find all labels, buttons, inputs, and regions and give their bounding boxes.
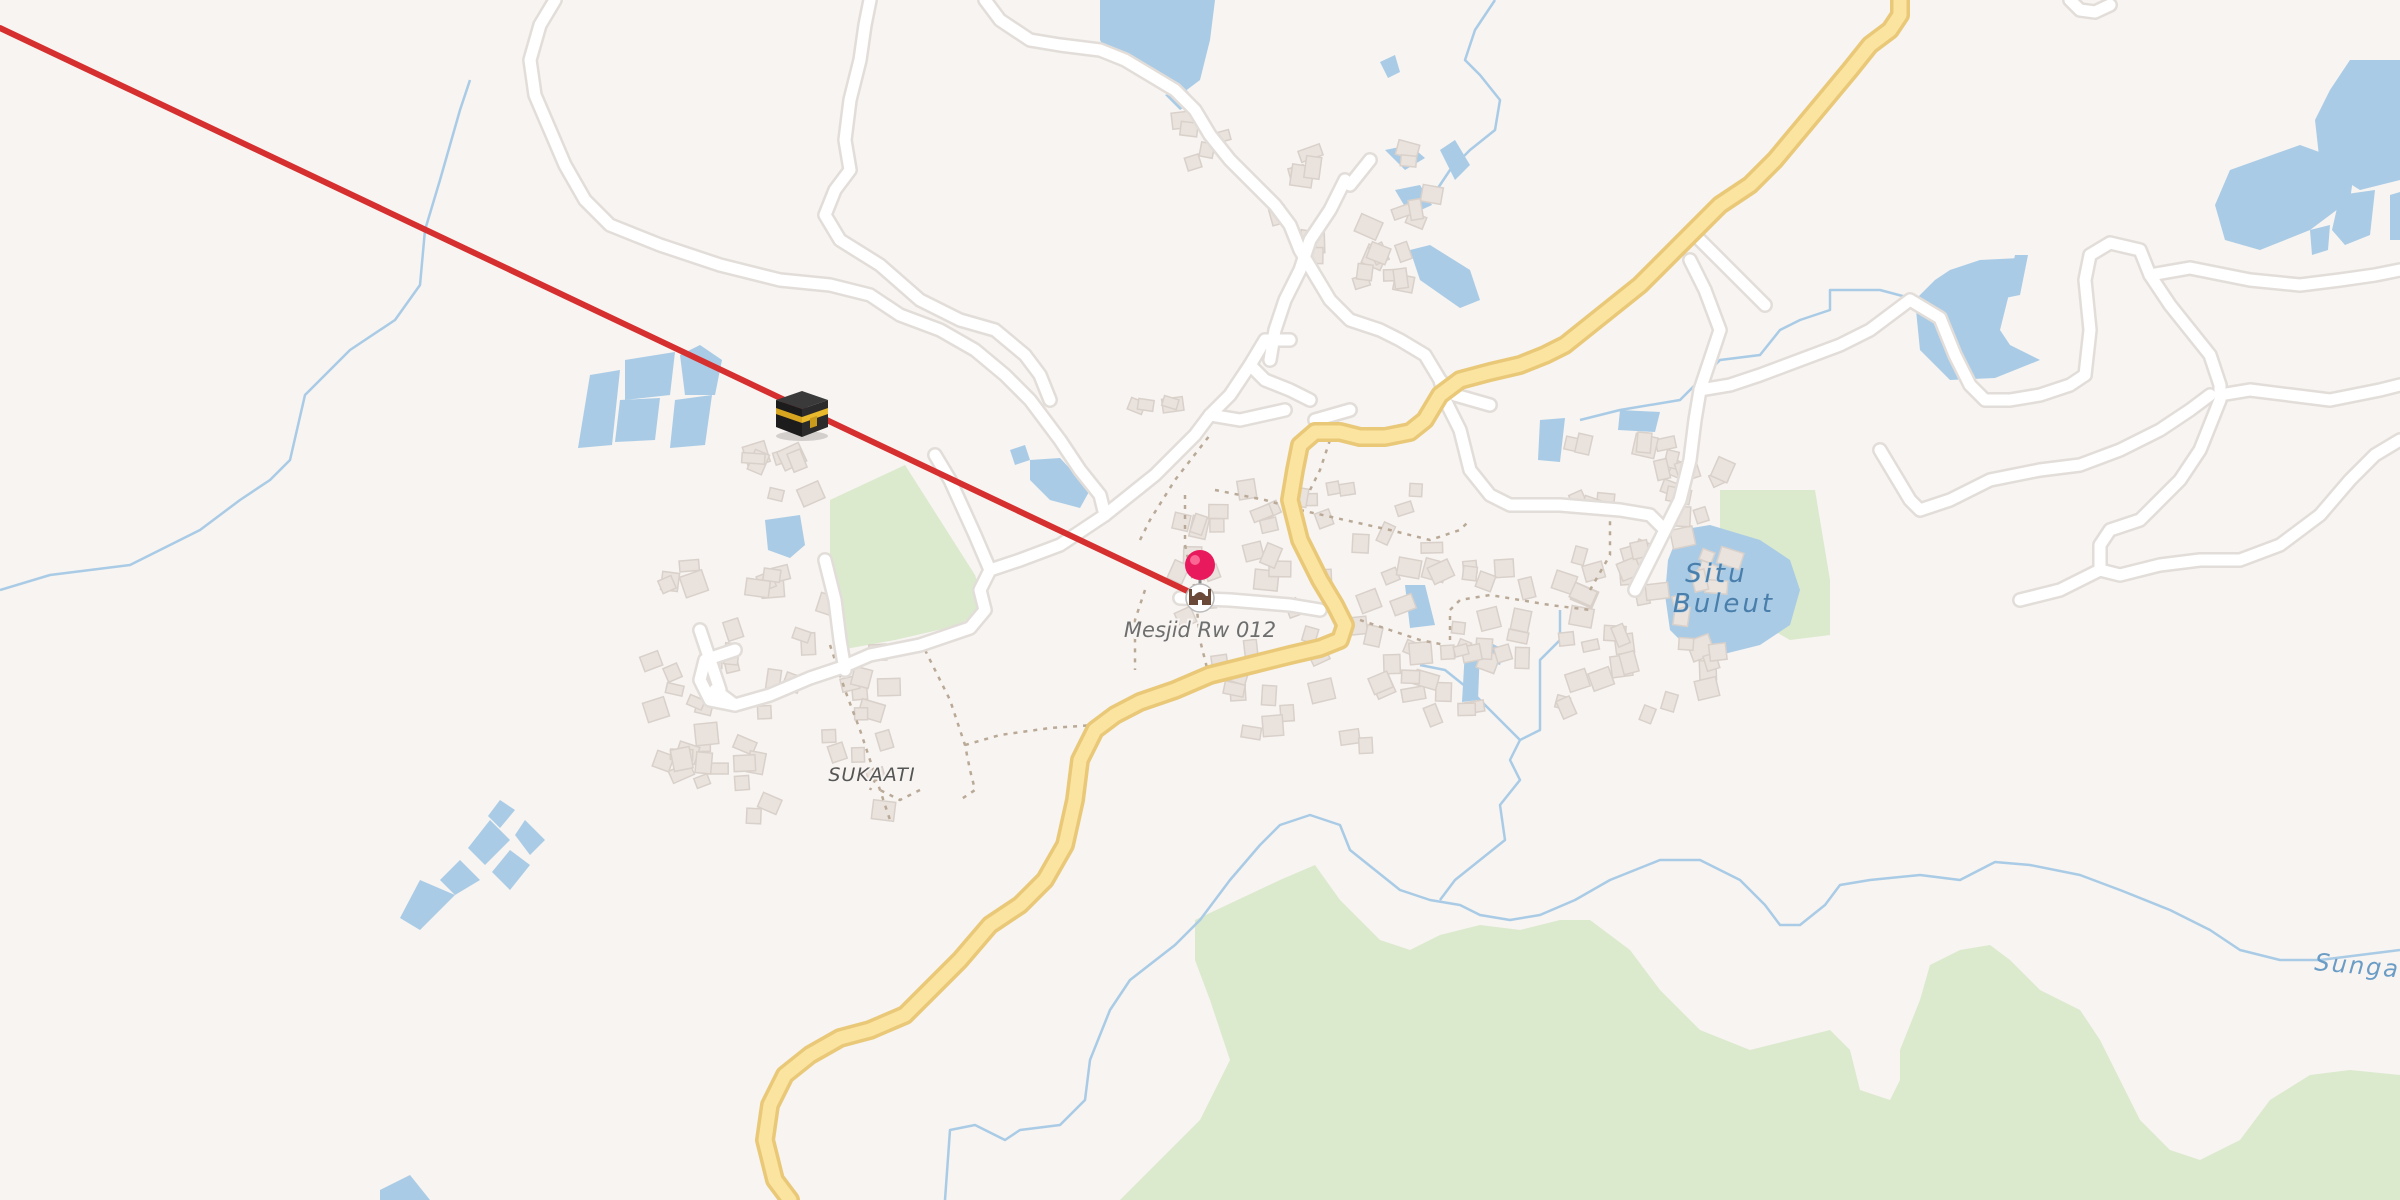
building (1207, 503, 1229, 520)
building (1509, 607, 1533, 634)
building (1395, 556, 1423, 580)
building (1693, 675, 1721, 702)
building (1392, 267, 1410, 290)
building (1434, 681, 1453, 703)
building (1514, 646, 1531, 670)
lake-label-line2: Buleut (1673, 589, 1775, 619)
building (1355, 262, 1375, 282)
building (876, 677, 902, 697)
building (821, 728, 837, 744)
building (1338, 727, 1362, 747)
building (1475, 605, 1503, 633)
poi-label-mesjid: Mesjid Rw 012 (1124, 618, 1276, 642)
building (756, 704, 773, 720)
building (1707, 641, 1728, 662)
building (678, 558, 701, 573)
building (745, 807, 763, 825)
building (870, 798, 897, 823)
building (1461, 564, 1479, 582)
mosque-icon[interactable] (1185, 583, 1215, 613)
building (1493, 558, 1516, 579)
building (1240, 724, 1263, 741)
building (1170, 511, 1192, 533)
kaaba-icon[interactable] (776, 391, 828, 441)
building (669, 745, 695, 773)
building (1419, 183, 1445, 206)
building (1408, 482, 1424, 498)
building (850, 746, 866, 764)
building (733, 774, 751, 792)
building (766, 486, 786, 503)
building (1306, 677, 1337, 705)
building (1567, 604, 1596, 629)
building (1399, 153, 1418, 168)
building (853, 706, 869, 721)
map-canvas[interactable]: Mesjid Rw 012 Situ Buleut SUKAATI Sungai (0, 0, 2400, 1200)
building (1407, 197, 1425, 222)
building (1338, 481, 1357, 497)
building (1136, 397, 1156, 413)
building (1302, 154, 1323, 181)
building (740, 451, 766, 465)
village-label-sukaati: SUKAATI (828, 764, 915, 786)
building (1407, 640, 1434, 666)
building (1557, 630, 1576, 648)
lake-label-line1: Situ (1685, 559, 1747, 589)
building (732, 753, 757, 773)
building (1457, 702, 1477, 717)
building (1209, 517, 1225, 533)
building (693, 721, 720, 747)
building (1644, 581, 1671, 602)
building (1450, 620, 1467, 636)
building (1492, 643, 1514, 664)
building (1357, 736, 1374, 755)
building (761, 567, 782, 584)
building (1635, 431, 1653, 454)
building (1325, 480, 1342, 497)
building (1420, 541, 1444, 554)
building (1260, 684, 1278, 707)
building (1677, 636, 1695, 652)
building (1261, 714, 1285, 738)
building (1351, 533, 1370, 554)
building (1400, 669, 1421, 685)
building (694, 750, 714, 775)
